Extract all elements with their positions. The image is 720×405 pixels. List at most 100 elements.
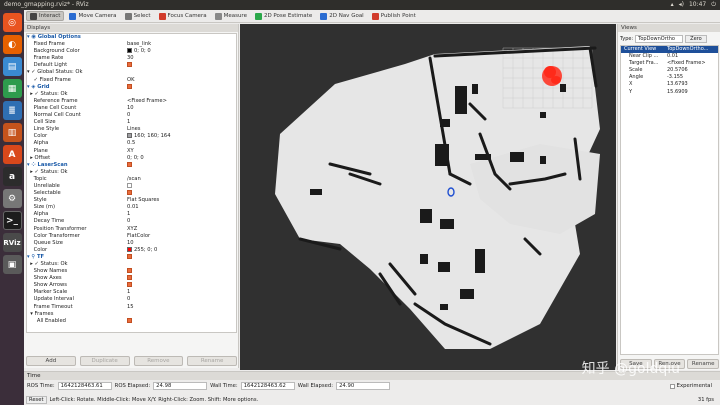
view-property-row[interactable]: Target Fra... <Fixed Frame> [621, 60, 718, 67]
display-property-row[interactable]: Queue Size 10 [27, 240, 236, 247]
volume-icon[interactable]: ◂) [679, 0, 684, 10]
display-property-row[interactable]: Size (m) 0.01 [27, 204, 236, 211]
ros-elapsed-field[interactable]: 24.98 [153, 382, 208, 390]
property-value-cell[interactable]: base_link [127, 41, 151, 48]
property-checkbox[interactable] [127, 62, 132, 68]
display-property-row[interactable]: Plane Cell Count 10 [27, 105, 236, 112]
reset-button[interactable]: Reset [26, 396, 47, 404]
view-property-value[interactable]: 15.6909 [667, 89, 688, 96]
display-property-row[interactable]: Show Axes [27, 275, 236, 282]
publish-point-tool[interactable]: Publish Point [369, 11, 419, 21]
property-value-cell[interactable] [127, 282, 132, 289]
property-value-cell[interactable] [127, 317, 132, 325]
property-value-cell[interactable] [127, 161, 132, 169]
interact-tool[interactable]: Interact [26, 11, 65, 21]
property-value-cell[interactable]: 10 [127, 105, 134, 112]
app-icon[interactable]: ▣ [2, 255, 22, 274]
3d-view[interactable] [240, 24, 616, 370]
property-checkbox[interactable] [127, 182, 132, 188]
amazon-icon[interactable]: a [2, 167, 22, 186]
color-swatch[interactable] [127, 133, 132, 139]
settings-icon[interactable]: ⚙ [2, 189, 22, 208]
calc-icon[interactable]: ▦ [2, 79, 22, 98]
view-property-row[interactable]: Near Clip ... 0.01 [621, 53, 718, 60]
zero-button[interactable]: Zero [685, 34, 707, 43]
property-value-cell[interactable]: 15 [127, 304, 134, 311]
ubuntu-search-icon[interactable]: ◎ [2, 13, 22, 32]
display-property-row[interactable]: ▾ ✓ Global Status: Ok [27, 69, 236, 76]
files-icon[interactable]: ▤ [2, 57, 22, 76]
property-value-cell[interactable]: 0; 0; 0 [127, 155, 144, 162]
property-value-cell[interactable] [127, 253, 132, 261]
property-value-cell[interactable]: 0; 0; 0 [127, 48, 151, 55]
display-property-row[interactable]: Frame Timeout 15 [27, 304, 236, 311]
current-view-row[interactable]: Current View TopDownOrtho... [621, 46, 718, 54]
add-button[interactable]: Add [26, 356, 76, 366]
display-property-row[interactable]: ▸ ✓ Status: Ok [27, 91, 236, 98]
display-property-row[interactable]: Fixed Frame base_link [27, 41, 236, 48]
display-property-row[interactable]: Normal Cell Count 0 [27, 112, 236, 119]
property-value-cell[interactable]: OK [127, 77, 135, 84]
display-property-row[interactable]: Cell Size 1 [27, 119, 236, 126]
display-property-row[interactable]: ▾ ◈ Grid [27, 83, 236, 91]
view-property-row[interactable]: Scale 20.5706 [621, 67, 718, 74]
property-value-cell[interactable]: Flat Squares [127, 197, 159, 204]
property-value-cell[interactable]: XY [127, 148, 134, 155]
display-property-row[interactable]: ▸ Offset 0; 0; 0 [27, 155, 236, 162]
display-property-row[interactable]: ▾ ⁘ LaserScan [27, 161, 236, 169]
display-property-row[interactable]: Plane XY [27, 148, 236, 155]
display-property-row[interactable]: Color Transformer FlatColor [27, 233, 236, 240]
display-property-row[interactable]: Background Color 0; 0; 0 [27, 48, 236, 55]
property-value-cell[interactable]: 1 [127, 211, 130, 218]
property-checkbox[interactable] [127, 83, 132, 89]
view-property-row[interactable]: Y 15.6909 [621, 89, 718, 96]
property-checkbox[interactable] [127, 317, 132, 323]
property-value-cell[interactable]: 1 [127, 119, 130, 126]
firefox-icon[interactable]: ◐ [2, 35, 22, 54]
property-value-cell[interactable] [127, 268, 132, 275]
property-checkbox[interactable] [127, 275, 132, 281]
display-property-row[interactable]: Decay Time 0 [27, 218, 236, 225]
property-value-cell[interactable] [127, 182, 132, 190]
wifi-icon[interactable]: ▴ [671, 0, 674, 10]
display-property-row[interactable]: ▾ ⚲ TF [27, 253, 236, 261]
property-value-cell[interactable] [127, 275, 132, 282]
display-property-row[interactable]: Color 160; 160; 164 [27, 133, 236, 140]
property-value-cell[interactable]: 30 [127, 55, 134, 62]
property-value-cell[interactable]: 1 [127, 289, 130, 296]
power-icon[interactable]: ⏻ [711, 0, 716, 10]
property-value-cell[interactable]: Lines [127, 126, 141, 133]
move-camera-tool[interactable]: Move Camera [66, 11, 119, 21]
views-rename-button[interactable]: Rename [687, 359, 720, 369]
display-property-row[interactable]: Marker Scale 1 [27, 289, 236, 296]
display-property-row[interactable]: Update Interval 0 [27, 296, 236, 303]
display-property-row[interactable]: All Enabled [27, 317, 236, 325]
display-property-row[interactable]: Style Flat Squares [27, 197, 236, 204]
measure-tool[interactable]: Measure [212, 11, 250, 21]
color-swatch[interactable] [127, 48, 132, 54]
display-property-row[interactable]: ✓ Fixed Frame OK [27, 77, 236, 84]
color-swatch[interactable] [127, 246, 132, 252]
display-property-row[interactable]: Position Transformer XYZ [27, 226, 236, 233]
occupancy-map[interactable] [240, 24, 616, 370]
view-property-value[interactable]: 0.01 [667, 53, 678, 60]
display-property-row[interactable]: Reference Frame <Fixed Frame> [27, 98, 236, 105]
property-value-cell[interactable]: 0.5 [127, 140, 135, 147]
experimental-checkbox[interactable] [669, 383, 675, 389]
display-property-row[interactable]: Show Arrows [27, 282, 236, 289]
property-checkbox[interactable] [127, 161, 132, 167]
property-value-cell[interactable] [127, 83, 132, 91]
property-checkbox[interactable] [127, 253, 132, 259]
view-property-value[interactable]: 13.6793 [667, 81, 688, 88]
impress-icon[interactable]: ▥ [2, 123, 22, 142]
property-value-cell[interactable]: FlatColor [127, 233, 150, 240]
display-property-row[interactable]: ▸ ✓ Status: Ok [27, 169, 236, 176]
terminal-icon[interactable]: >_ [2, 211, 22, 230]
property-value-cell[interactable]: 10 [127, 240, 134, 247]
views-tree[interactable]: Current View TopDownOrtho... Near Clip .… [620, 45, 719, 355]
rename-button[interactable]: Rename [187, 356, 237, 366]
ros-time-field[interactable]: 1642128463.61 [57, 382, 112, 390]
display-property-row[interactable]: ▾ Frames [27, 311, 236, 318]
property-value-cell[interactable]: 0 [127, 112, 130, 119]
property-value-cell[interactable]: 0 [127, 296, 130, 303]
